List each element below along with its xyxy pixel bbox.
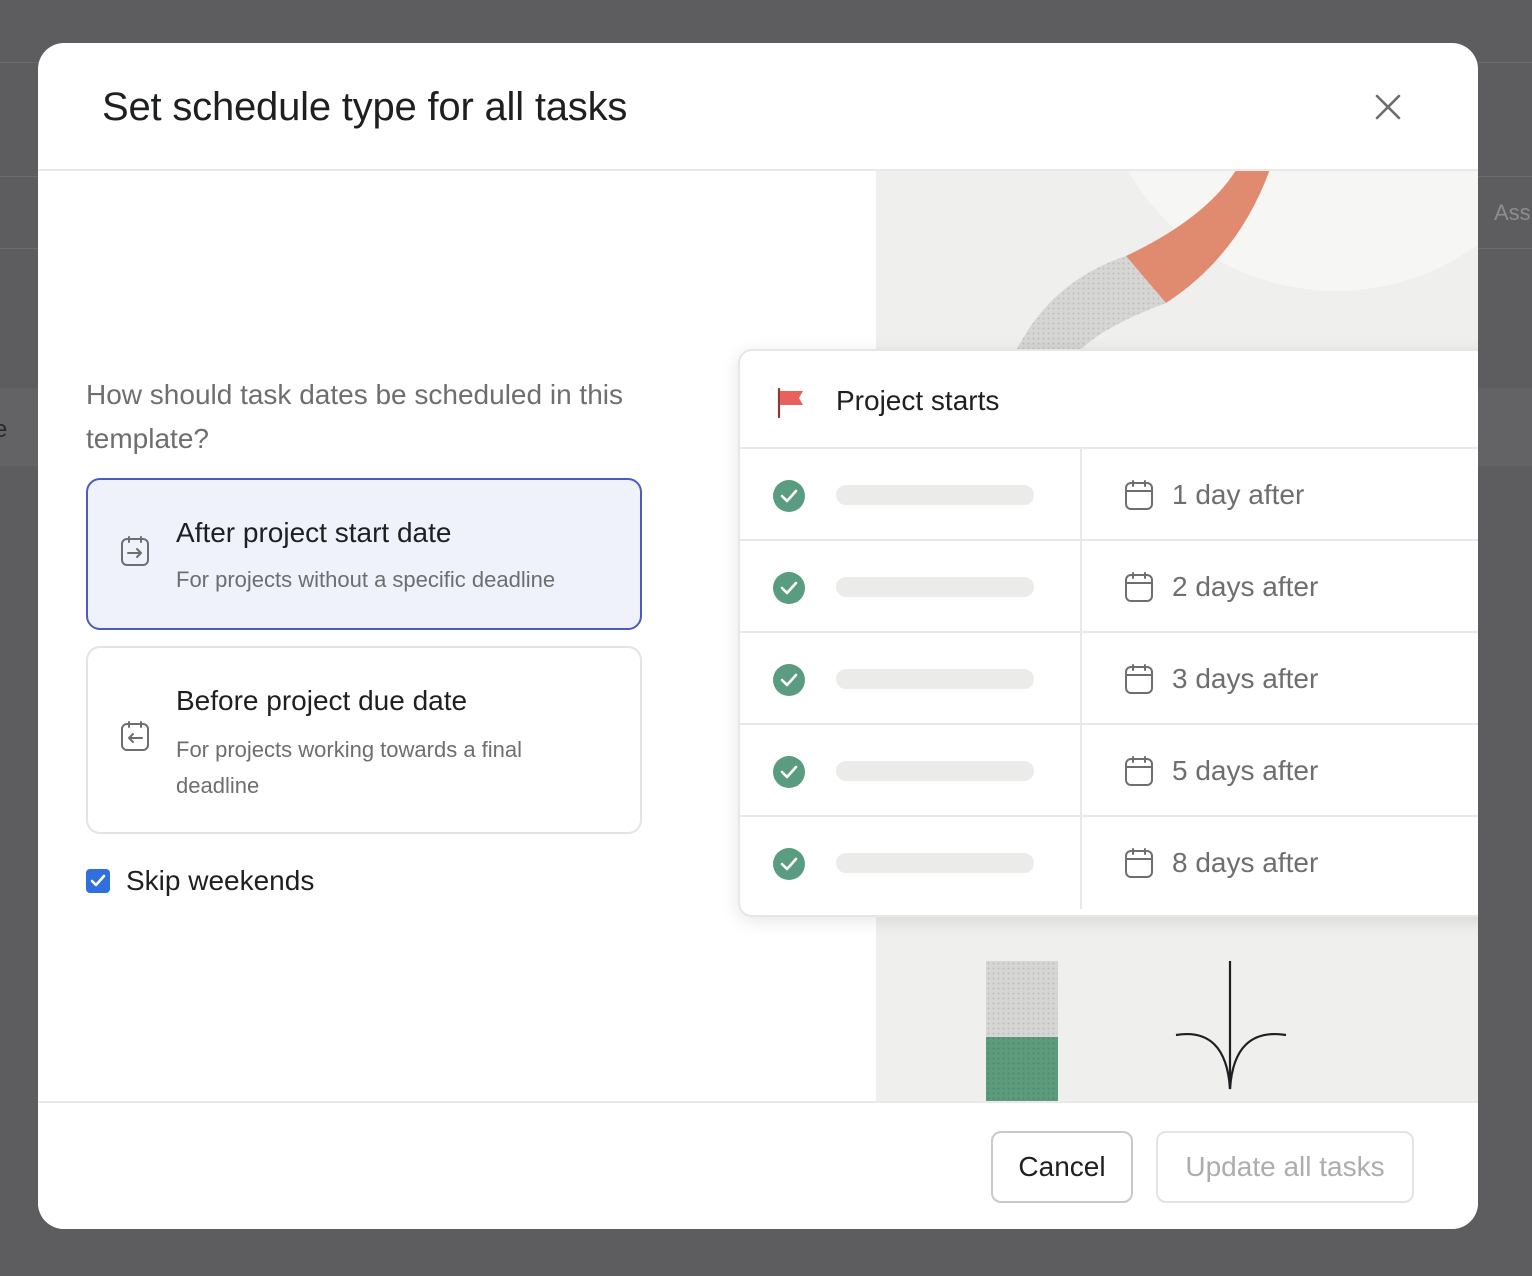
relative-date-label: 1 day after [1172, 479, 1305, 510]
card-header: Project starts [740, 351, 1478, 449]
column-divider [1080, 449, 1082, 539]
task-row: 1 day after [740, 449, 1478, 541]
check-circle-icon [772, 479, 806, 518]
task-placeholder-bar [836, 577, 1034, 597]
calendar-icon [1124, 755, 1154, 792]
schedule-question: How should task dates be scheduled in th… [86, 379, 623, 454]
arrow-out-calendar-icon [120, 720, 150, 757]
column-divider [1080, 817, 1082, 909]
option-before-due-date[interactable]: Before project due date For projects wor… [86, 646, 642, 834]
task-row: 8 days after [740, 817, 1478, 909]
schedule-type-dialog: Set schedule type for all tasks How shou… [38, 43, 1478, 1229]
card-title: Project starts [836, 385, 1000, 416]
task-row: 5 days after [740, 725, 1478, 817]
relative-date-label: 2 days after [1172, 571, 1319, 602]
option-title: Before project due date [176, 685, 468, 716]
option-after-start-date[interactable]: After project start date For projects wi… [86, 478, 642, 630]
check-circle-icon [772, 847, 806, 886]
option-description: For projects working towards a final dea… [176, 737, 523, 798]
calendar-icon [1124, 479, 1154, 516]
dialog-footer: Cancel Update all tasks [38, 1101, 1478, 1229]
check-circle-icon [772, 755, 806, 794]
task-placeholder-bar [836, 669, 1034, 689]
option-description: For projects without a specific deadline [176, 567, 556, 592]
option-title: After project start date [176, 517, 452, 548]
cancel-button[interactable]: Cancel [991, 1131, 1133, 1203]
flag-icon [776, 387, 806, 424]
bg-highlight-row [1478, 388, 1532, 466]
skip-weekends-checkbox[interactable] [86, 869, 110, 893]
task-placeholder-bar [836, 485, 1034, 505]
task-row: 2 days after [740, 541, 1478, 633]
close-icon [1375, 94, 1401, 120]
bg-text-fragment: Ass [1494, 200, 1531, 225]
column-divider [1080, 633, 1082, 723]
arrow-into-calendar-icon [120, 535, 150, 572]
calendar-icon [1124, 571, 1154, 608]
timeline-preview-card: Project starts 1 day after 2 days after [738, 349, 1478, 917]
relative-date-label: 3 days after [1172, 663, 1319, 694]
dialog-header: Set schedule type for all tasks [38, 43, 1478, 171]
task-row: 3 days after [740, 633, 1478, 725]
checkmark-icon [90, 874, 106, 887]
task-placeholder-bar [836, 853, 1034, 873]
skip-weekends-label: Skip weekends [126, 865, 315, 896]
relative-date-label: 5 days after [1172, 755, 1319, 786]
column-divider [1080, 725, 1082, 815]
close-button[interactable] [1366, 85, 1410, 129]
calendar-icon [1124, 847, 1154, 884]
skip-weekends-toggle[interactable]: Skip weekends [86, 865, 314, 897]
calendar-icon [1124, 663, 1154, 700]
relative-date-label: 8 days after [1172, 847, 1319, 878]
update-all-tasks-button[interactable]: Update all tasks [1156, 1131, 1414, 1203]
dialog-title: Set schedule type for all tasks [102, 85, 628, 129]
check-circle-icon [772, 571, 806, 610]
check-circle-icon [772, 663, 806, 702]
column-divider [1080, 541, 1082, 631]
bg-text-fragment: e [0, 416, 8, 443]
task-placeholder-bar [836, 761, 1034, 781]
